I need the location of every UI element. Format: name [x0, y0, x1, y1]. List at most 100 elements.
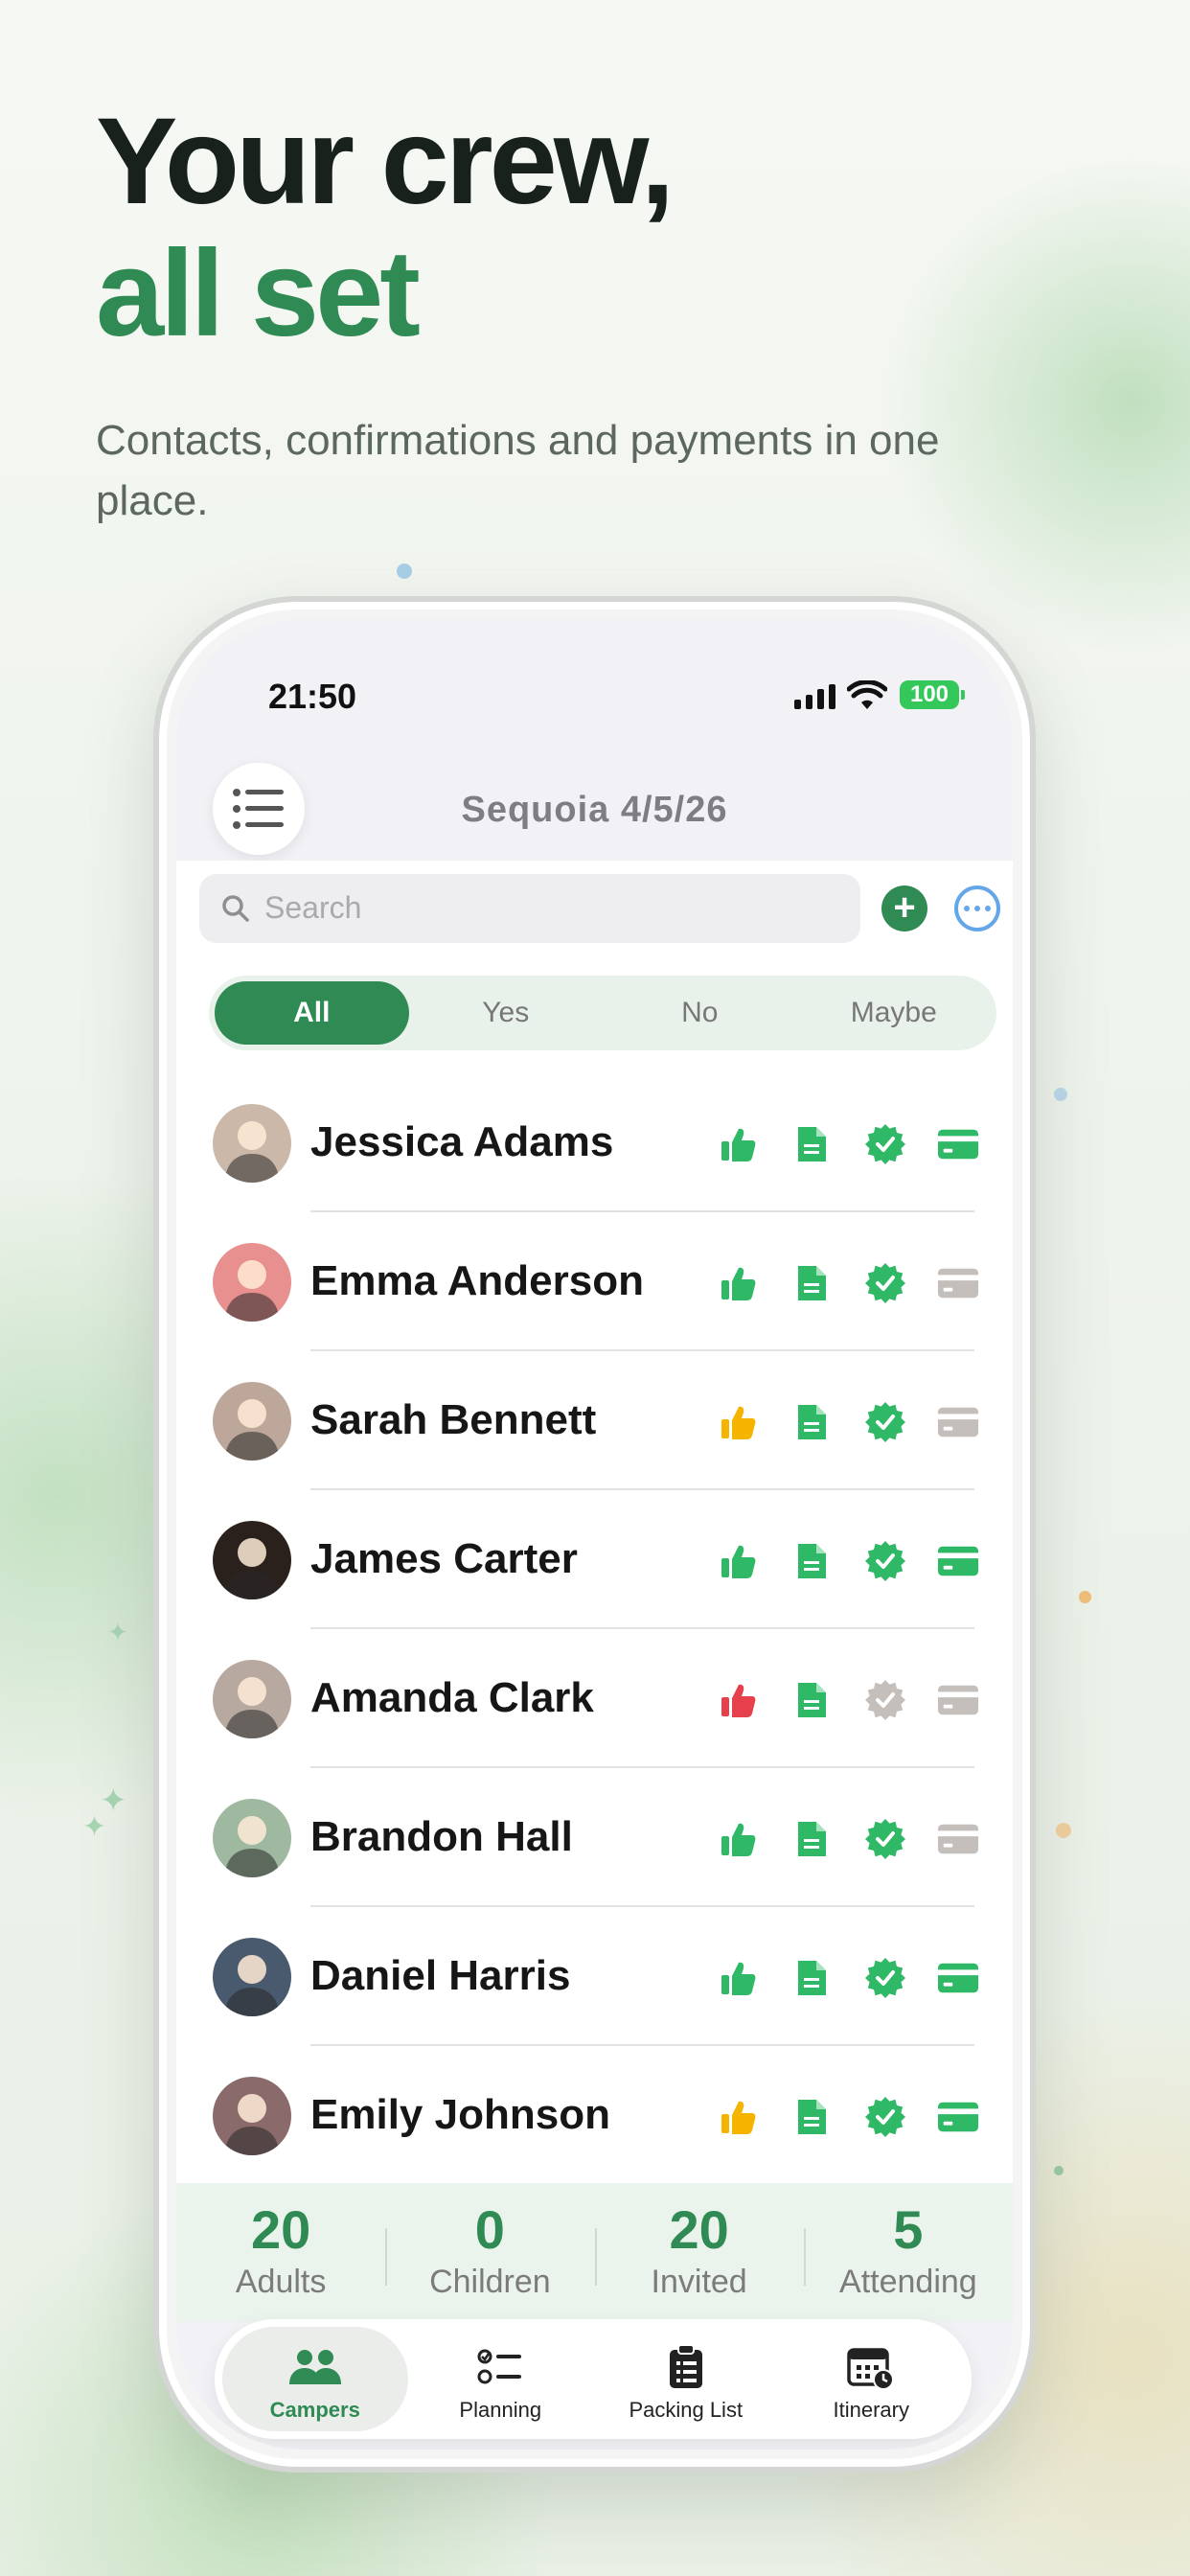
campers-list-panel: Search + All Yes No Maybe Jessica Adams	[176, 861, 1013, 2185]
ellipsis-dot	[964, 906, 970, 911]
filter-no[interactable]: No	[603, 981, 797, 1045]
verified-status[interactable]	[864, 1123, 906, 1165]
stat-children: 0 Children	[385, 2198, 594, 2305]
verified-status[interactable]	[864, 2096, 906, 2138]
thumbs-up-icon	[721, 1823, 756, 1856]
verified-badge-icon	[865, 2097, 905, 2137]
sparkle-icon: ✦	[107, 1618, 128, 1646]
avatar	[213, 1660, 291, 1738]
more-options-button[interactable]	[954, 886, 1000, 932]
verified-badge-icon	[865, 1819, 905, 1859]
camper-row[interactable]: Brandon Hall	[176, 1768, 1013, 1907]
payment-status[interactable]	[937, 1818, 979, 1860]
payment-status[interactable]	[937, 1123, 979, 1165]
document-icon	[798, 1405, 826, 1439]
stat-value: 20	[250, 2198, 311, 2260]
people-icon	[288, 2350, 341, 2384]
document-status[interactable]	[790, 1957, 833, 1999]
payment-status[interactable]	[937, 1957, 979, 1999]
camper-name: Emma Anderson	[310, 1257, 645, 1304]
plus-icon: +	[893, 886, 916, 929]
avatar-silhouette	[224, 1538, 280, 1599]
camper-row[interactable]: Amanda Clark	[176, 1629, 1013, 1768]
status-time: 21:50	[268, 677, 357, 716]
filter-yes[interactable]: Yes	[409, 981, 604, 1045]
document-status[interactable]	[790, 1818, 833, 1860]
camper-name: Jessica Adams	[310, 1118, 614, 1165]
stat-invited: 20 Invited	[594, 2200, 804, 2305]
credit-card-icon	[937, 2102, 979, 2132]
credit-card-icon	[937, 1129, 979, 1160]
document-status[interactable]	[790, 1540, 833, 1582]
document-status[interactable]	[790, 1262, 833, 1304]
camper-row[interactable]: Jessica Adams	[176, 1073, 1013, 1212]
payment-status[interactable]	[937, 1540, 979, 1582]
thumbs-up-icon	[721, 1267, 756, 1300]
document-status[interactable]	[790, 1401, 833, 1443]
rsvp-status[interactable]	[718, 2096, 760, 2138]
stat-value: 5	[893, 2198, 924, 2260]
tab-itinerary[interactable]: Itinerary	[779, 2327, 965, 2431]
verified-status[interactable]	[864, 1818, 906, 1860]
rsvp-status[interactable]	[718, 1123, 760, 1165]
verified-status[interactable]	[864, 1957, 906, 1999]
tab-label: Planning	[459, 2398, 542, 2422]
decor-dot	[397, 564, 412, 579]
add-camper-button[interactable]: +	[881, 886, 927, 932]
document-icon	[798, 1822, 826, 1856]
verified-status[interactable]	[864, 1540, 906, 1582]
camper-row[interactable]: Emily Johnson	[176, 2046, 1013, 2185]
headline-line-1: Your crew,	[96, 93, 675, 230]
verified-status[interactable]	[864, 1401, 906, 1443]
payment-status[interactable]	[937, 1679, 979, 1721]
tab-campers[interactable]: Campers	[222, 2327, 408, 2431]
verified-badge-icon	[865, 1263, 905, 1303]
rsvp-status[interactable]	[718, 1957, 760, 1999]
search-placeholder: Search	[264, 890, 362, 925]
payment-status[interactable]	[937, 1262, 979, 1304]
thumbs-up-icon	[721, 1128, 756, 1162]
camper-row[interactable]: James Carter	[176, 1490, 1013, 1629]
search-input[interactable]: Search	[199, 874, 860, 943]
verified-badge-icon	[865, 1680, 905, 1720]
headline: Your crew, all set Contacts, confirmatio…	[96, 96, 1092, 531]
document-status[interactable]	[790, 2096, 833, 2138]
avatar-silhouette	[224, 1955, 280, 2016]
rsvp-status[interactable]	[718, 1401, 760, 1443]
stat-adults: 20 Adults	[176, 2198, 385, 2305]
stat-label: Invited	[651, 2263, 747, 2300]
rsvp-status[interactable]	[718, 1262, 760, 1304]
phone-frame: 21:50 100 Sequoia 4/5/26 Search + All Ye…	[153, 596, 1036, 2472]
payment-status[interactable]	[937, 1401, 979, 1443]
document-status[interactable]	[790, 1123, 833, 1165]
document-status[interactable]	[790, 1679, 833, 1721]
camper-name: Brandon Hall	[310, 1813, 573, 1860]
document-icon	[798, 1266, 826, 1300]
camper-row[interactable]: Sarah Bennett	[176, 1351, 1013, 1490]
rsvp-status[interactable]	[718, 1540, 760, 1582]
rsvp-status[interactable]	[718, 1818, 760, 1860]
filter-all[interactable]: All	[215, 981, 409, 1045]
avatar	[213, 1938, 291, 2016]
stat-value: 0	[474, 2198, 505, 2260]
credit-card-icon	[937, 1268, 979, 1299]
filter-maybe[interactable]: Maybe	[797, 981, 992, 1045]
camper-row[interactable]: Emma Anderson	[176, 1212, 1013, 1351]
clipboard-icon	[669, 2344, 702, 2388]
app-screen: 21:50 100 Sequoia 4/5/26 Search + All Ye…	[176, 619, 1013, 2450]
tab-packing-list[interactable]: Packing List	[593, 2327, 779, 2431]
thumbs-up-icon	[721, 2101, 756, 2134]
nav-bar: Sequoia 4/5/26	[176, 763, 1013, 868]
verified-status[interactable]	[864, 1679, 906, 1721]
stat-attending: 5 Attending	[803, 2198, 1013, 2305]
avatar-silhouette	[224, 1677, 280, 1738]
decor-dot	[1054, 2166, 1064, 2175]
tab-label: Packing List	[629, 2398, 744, 2422]
camper-name: Daniel Harris	[310, 1952, 571, 1999]
stat-label: Children	[429, 2263, 551, 2300]
tab-planning[interactable]: Planning	[408, 2327, 594, 2431]
camper-row[interactable]: Daniel Harris	[176, 1907, 1013, 2046]
payment-status[interactable]	[937, 2096, 979, 2138]
rsvp-status[interactable]	[718, 1679, 760, 1721]
verified-status[interactable]	[864, 1262, 906, 1304]
